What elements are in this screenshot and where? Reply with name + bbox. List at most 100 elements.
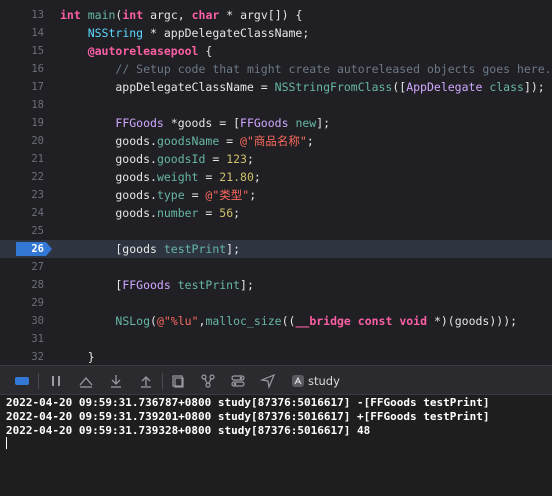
line-number: 22 (31, 171, 44, 183)
debug-console[interactable]: 2022-04-20 09:59:31.736787+0800 study[87… (0, 395, 552, 496)
code-editor[interactable]: 13 int main(int argc, char * argv[]) {14 … (0, 0, 552, 365)
line-number: 19 (31, 117, 44, 129)
code-text: FFGoods *goods = [FFGoods new]; (60, 114, 330, 132)
line-number: 16 (31, 63, 44, 75)
code-token: = (205, 152, 227, 166)
code-text: [goods testPrint]; (60, 240, 240, 258)
code-line[interactable]: 21 goods.goodsId = 123; (0, 150, 552, 168)
console-line: 2022-04-20 09:59:31.739201+0800 study[87… (6, 410, 490, 423)
code-token: ; (249, 188, 257, 202)
code-token: NSStringFromClass (274, 80, 393, 94)
code-line[interactable]: 30 NSLog(@"%lu",malloc_size((__bridge co… (0, 312, 552, 330)
code-token: weight (156, 170, 199, 184)
code-token: ]; (316, 116, 331, 130)
code-text: goods.goodsName = @"商品名称"; (60, 132, 314, 150)
code-line[interactable]: 16 // Setup code that might create autor… (0, 60, 552, 78)
code-token: 21.80 (219, 170, 254, 184)
code-line[interactable]: 27 (0, 258, 552, 276)
code-line[interactable]: 29 (0, 294, 552, 312)
code-token: FFGoods (122, 278, 171, 292)
scheme-target-label[interactable]: study (308, 373, 340, 389)
line-number: 29 (31, 297, 44, 309)
simulate-location-icon[interactable] (259, 373, 276, 390)
code-token: goods. (60, 134, 157, 148)
line-number: 14 (31, 27, 44, 39)
code-token: (( (281, 314, 296, 328)
line-number: 18 (31, 99, 44, 111)
code-token: ]; (240, 278, 254, 292)
code-token: testPrint (177, 278, 241, 292)
pause-icon[interactable] (48, 373, 64, 389)
code-line[interactable]: 14 NSString * appDelegateClassName; (0, 24, 552, 42)
code-token: @"类型" (205, 188, 250, 202)
code-token: AppDelegate (406, 80, 483, 94)
code-line[interactable]: 20 goods.goodsName = @"商品名称"; (0, 132, 552, 150)
code-token: ; (253, 170, 261, 184)
toolbar-separator (162, 373, 163, 389)
code-line[interactable]: 25 (0, 222, 552, 240)
code-token: FFGoods (115, 116, 164, 130)
debug-view-hierarchy-icon[interactable] (170, 373, 186, 389)
line-number: 28 (31, 279, 44, 291)
code-token: goods. (60, 170, 157, 184)
code-token: new (295, 116, 317, 130)
text-cursor (6, 437, 7, 449)
code-token: ]; (226, 242, 241, 256)
environment-overrides-icon[interactable] (230, 373, 246, 389)
code-token: goods. (60, 188, 157, 202)
code-token: int (122, 8, 144, 22)
code-text: } (60, 348, 95, 365)
code-text: goods.weight = 21.80; (60, 168, 261, 186)
code-token: int (60, 8, 81, 22)
code-token: class (489, 80, 524, 94)
debug-toolbar: study (0, 365, 552, 395)
code-line[interactable]: 15 @autoreleasepool { (0, 42, 552, 60)
code-line[interactable]: 32 } (0, 348, 552, 365)
breakpoint-toggle-icon[interactable] (14, 373, 30, 389)
code-text: NSString * appDelegateClassName; (60, 24, 310, 42)
code-line[interactable]: 17 appDelegateClassName = NSStringFromCl… (0, 78, 552, 96)
code-token: ( (150, 314, 157, 328)
memory-graph-icon[interactable] (200, 373, 216, 389)
line-number: 13 (31, 9, 44, 21)
code-token: goodsName (156, 134, 220, 148)
code-text: appDelegateClassName = NSStringFromClass… (60, 78, 545, 96)
code-line[interactable]: 18 (0, 96, 552, 114)
code-token: @"商品名称" (240, 134, 307, 148)
step-out-icon[interactable] (138, 373, 154, 389)
code-text: goods.type = @"类型"; (60, 186, 256, 204)
line-number: 25 (31, 225, 44, 237)
code-line[interactable]: 23 goods.type = @"类型"; (0, 186, 552, 204)
line-number: 15 (31, 45, 44, 57)
code-text: [FFGoods testPrint]; (60, 276, 254, 294)
code-line[interactable]: 19 FFGoods *goods = [FFGoods new]; (0, 114, 552, 132)
code-token: ; (306, 134, 314, 148)
code-line[interactable]: 28 [FFGoods testPrint]; (0, 276, 552, 294)
code-token: * appDelegateClassName; (143, 26, 310, 40)
code-token: type (156, 188, 185, 202)
code-line[interactable]: 22 goods.weight = 21.80; (0, 168, 552, 186)
code-token: FFGoods (240, 116, 289, 130)
step-into-icon[interactable] (108, 373, 124, 389)
code-token: goods. (60, 152, 157, 166)
code-token: __bridge const void (295, 314, 428, 328)
code-token: = (184, 188, 206, 202)
line-number: 32 (31, 351, 44, 363)
app-target-icon (290, 373, 306, 389)
code-line[interactable]: 31 (0, 330, 552, 348)
code-token: testPrint (163, 242, 227, 256)
code-line[interactable]: 26 [goods testPrint]; (0, 240, 552, 258)
code-token: 123 (226, 152, 247, 166)
code-token: ]); (523, 80, 545, 94)
code-line[interactable]: 13 int main(int argc, char * argv[]) { (0, 6, 552, 24)
code-token: ; (246, 152, 254, 166)
code-token: [ (60, 278, 123, 292)
step-over-icon[interactable] (78, 373, 94, 389)
code-token: = (198, 206, 220, 220)
code-token: = (219, 134, 241, 148)
code-line[interactable]: 24 goods.number = 56; (0, 204, 552, 222)
